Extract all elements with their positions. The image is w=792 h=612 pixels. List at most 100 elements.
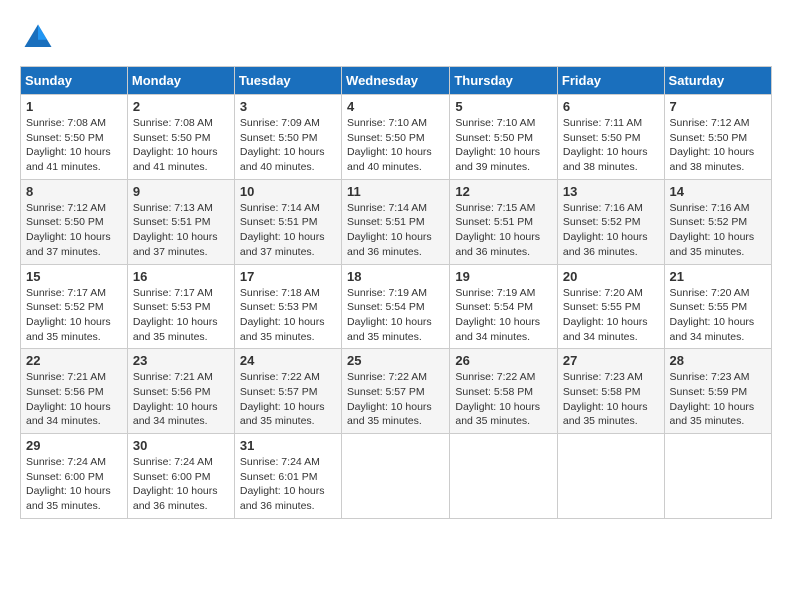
day-number: 9 (133, 184, 229, 199)
day-info: Sunrise: 7:16 AMSunset: 5:52 PMDaylight:… (563, 202, 648, 258)
calendar-week-5: 29 Sunrise: 7:24 AMSunset: 6:00 PMDaylig… (21, 434, 772, 519)
calendar-cell: 16 Sunrise: 7:17 AMSunset: 5:53 PMDaylig… (127, 264, 234, 349)
day-info: Sunrise: 7:22 AMSunset: 5:57 PMDaylight:… (240, 371, 325, 427)
day-number: 5 (455, 99, 552, 114)
day-number: 4 (347, 99, 444, 114)
day-number: 1 (26, 99, 122, 114)
weekday-header-friday: Friday (557, 67, 664, 95)
day-number: 12 (455, 184, 552, 199)
day-info: Sunrise: 7:11 AMSunset: 5:50 PMDaylight:… (563, 117, 648, 173)
calendar-cell: 31 Sunrise: 7:24 AMSunset: 6:01 PMDaylig… (234, 434, 341, 519)
day-number: 11 (347, 184, 444, 199)
calendar-cell (450, 434, 558, 519)
weekday-header-saturday: Saturday (664, 67, 771, 95)
day-number: 27 (563, 353, 659, 368)
calendar-cell: 10 Sunrise: 7:14 AMSunset: 5:51 PMDaylig… (234, 179, 341, 264)
day-number: 10 (240, 184, 336, 199)
day-info: Sunrise: 7:14 AMSunset: 5:51 PMDaylight:… (347, 202, 432, 258)
day-number: 31 (240, 438, 336, 453)
weekday-header-thursday: Thursday (450, 67, 558, 95)
day-info: Sunrise: 7:24 AMSunset: 6:01 PMDaylight:… (240, 456, 325, 512)
day-number: 25 (347, 353, 444, 368)
day-number: 6 (563, 99, 659, 114)
day-info: Sunrise: 7:19 AMSunset: 5:54 PMDaylight:… (347, 287, 432, 343)
day-info: Sunrise: 7:23 AMSunset: 5:59 PMDaylight:… (670, 371, 755, 427)
day-number: 23 (133, 353, 229, 368)
calendar-cell: 17 Sunrise: 7:18 AMSunset: 5:53 PMDaylig… (234, 264, 341, 349)
day-number: 29 (26, 438, 122, 453)
calendar-cell: 6 Sunrise: 7:11 AMSunset: 5:50 PMDayligh… (557, 95, 664, 180)
day-number: 28 (670, 353, 766, 368)
calendar-cell: 11 Sunrise: 7:14 AMSunset: 5:51 PMDaylig… (342, 179, 450, 264)
calendar-cell: 12 Sunrise: 7:15 AMSunset: 5:51 PMDaylig… (450, 179, 558, 264)
weekday-header-tuesday: Tuesday (234, 67, 341, 95)
calendar-cell (342, 434, 450, 519)
day-number: 30 (133, 438, 229, 453)
calendar-body: 1 Sunrise: 7:08 AMSunset: 5:50 PMDayligh… (21, 95, 772, 519)
calendar-week-3: 15 Sunrise: 7:17 AMSunset: 5:52 PMDaylig… (21, 264, 772, 349)
day-info: Sunrise: 7:20 AMSunset: 5:55 PMDaylight:… (670, 287, 755, 343)
day-info: Sunrise: 7:15 AMSunset: 5:51 PMDaylight:… (455, 202, 540, 258)
calendar-cell: 8 Sunrise: 7:12 AMSunset: 5:50 PMDayligh… (21, 179, 128, 264)
calendar-cell: 3 Sunrise: 7:09 AMSunset: 5:50 PMDayligh… (234, 95, 341, 180)
page-header (20, 20, 772, 56)
calendar-cell (557, 434, 664, 519)
day-info: Sunrise: 7:19 AMSunset: 5:54 PMDaylight:… (455, 287, 540, 343)
day-info: Sunrise: 7:10 AMSunset: 5:50 PMDaylight:… (455, 117, 540, 173)
calendar-cell: 7 Sunrise: 7:12 AMSunset: 5:50 PMDayligh… (664, 95, 771, 180)
calendar-cell: 9 Sunrise: 7:13 AMSunset: 5:51 PMDayligh… (127, 179, 234, 264)
day-number: 3 (240, 99, 336, 114)
calendar-cell: 2 Sunrise: 7:08 AMSunset: 5:50 PMDayligh… (127, 95, 234, 180)
weekday-header-sunday: Sunday (21, 67, 128, 95)
calendar-cell: 13 Sunrise: 7:16 AMSunset: 5:52 PMDaylig… (557, 179, 664, 264)
day-info: Sunrise: 7:20 AMSunset: 5:55 PMDaylight:… (563, 287, 648, 343)
day-info: Sunrise: 7:24 AMSunset: 6:00 PMDaylight:… (26, 456, 111, 512)
day-number: 20 (563, 269, 659, 284)
day-info: Sunrise: 7:22 AMSunset: 5:58 PMDaylight:… (455, 371, 540, 427)
logo (20, 20, 60, 56)
calendar-cell: 4 Sunrise: 7:10 AMSunset: 5:50 PMDayligh… (342, 95, 450, 180)
calendar-cell: 21 Sunrise: 7:20 AMSunset: 5:55 PMDaylig… (664, 264, 771, 349)
day-info: Sunrise: 7:08 AMSunset: 5:50 PMDaylight:… (26, 117, 111, 173)
calendar-cell (664, 434, 771, 519)
day-number: 8 (26, 184, 122, 199)
day-info: Sunrise: 7:18 AMSunset: 5:53 PMDaylight:… (240, 287, 325, 343)
calendar-cell: 14 Sunrise: 7:16 AMSunset: 5:52 PMDaylig… (664, 179, 771, 264)
calendar-cell: 23 Sunrise: 7:21 AMSunset: 5:56 PMDaylig… (127, 349, 234, 434)
calendar-table: SundayMondayTuesdayWednesdayThursdayFrid… (20, 66, 772, 519)
calendar-cell: 19 Sunrise: 7:19 AMSunset: 5:54 PMDaylig… (450, 264, 558, 349)
calendar-cell: 15 Sunrise: 7:17 AMSunset: 5:52 PMDaylig… (21, 264, 128, 349)
day-info: Sunrise: 7:17 AMSunset: 5:52 PMDaylight:… (26, 287, 111, 343)
day-number: 17 (240, 269, 336, 284)
day-info: Sunrise: 7:16 AMSunset: 5:52 PMDaylight:… (670, 202, 755, 258)
calendar-cell: 26 Sunrise: 7:22 AMSunset: 5:58 PMDaylig… (450, 349, 558, 434)
weekday-header-row: SundayMondayTuesdayWednesdayThursdayFrid… (21, 67, 772, 95)
day-number: 15 (26, 269, 122, 284)
day-number: 2 (133, 99, 229, 114)
calendar-week-4: 22 Sunrise: 7:21 AMSunset: 5:56 PMDaylig… (21, 349, 772, 434)
day-info: Sunrise: 7:09 AMSunset: 5:50 PMDaylight:… (240, 117, 325, 173)
day-info: Sunrise: 7:23 AMSunset: 5:58 PMDaylight:… (563, 371, 648, 427)
calendar-cell: 1 Sunrise: 7:08 AMSunset: 5:50 PMDayligh… (21, 95, 128, 180)
day-info: Sunrise: 7:10 AMSunset: 5:50 PMDaylight:… (347, 117, 432, 173)
day-info: Sunrise: 7:22 AMSunset: 5:57 PMDaylight:… (347, 371, 432, 427)
day-number: 26 (455, 353, 552, 368)
day-number: 16 (133, 269, 229, 284)
day-info: Sunrise: 7:21 AMSunset: 5:56 PMDaylight:… (26, 371, 111, 427)
day-number: 13 (563, 184, 659, 199)
day-info: Sunrise: 7:12 AMSunset: 5:50 PMDaylight:… (26, 202, 111, 258)
weekday-header-monday: Monday (127, 67, 234, 95)
day-info: Sunrise: 7:13 AMSunset: 5:51 PMDaylight:… (133, 202, 218, 258)
calendar-cell: 22 Sunrise: 7:21 AMSunset: 5:56 PMDaylig… (21, 349, 128, 434)
calendar-cell: 27 Sunrise: 7:23 AMSunset: 5:58 PMDaylig… (557, 349, 664, 434)
weekday-header-wednesday: Wednesday (342, 67, 450, 95)
calendar-cell: 30 Sunrise: 7:24 AMSunset: 6:00 PMDaylig… (127, 434, 234, 519)
day-info: Sunrise: 7:21 AMSunset: 5:56 PMDaylight:… (133, 371, 218, 427)
day-number: 21 (670, 269, 766, 284)
calendar-week-2: 8 Sunrise: 7:12 AMSunset: 5:50 PMDayligh… (21, 179, 772, 264)
calendar-cell: 29 Sunrise: 7:24 AMSunset: 6:00 PMDaylig… (21, 434, 128, 519)
day-info: Sunrise: 7:08 AMSunset: 5:50 PMDaylight:… (133, 117, 218, 173)
calendar-cell: 20 Sunrise: 7:20 AMSunset: 5:55 PMDaylig… (557, 264, 664, 349)
day-number: 24 (240, 353, 336, 368)
calendar-week-1: 1 Sunrise: 7:08 AMSunset: 5:50 PMDayligh… (21, 95, 772, 180)
